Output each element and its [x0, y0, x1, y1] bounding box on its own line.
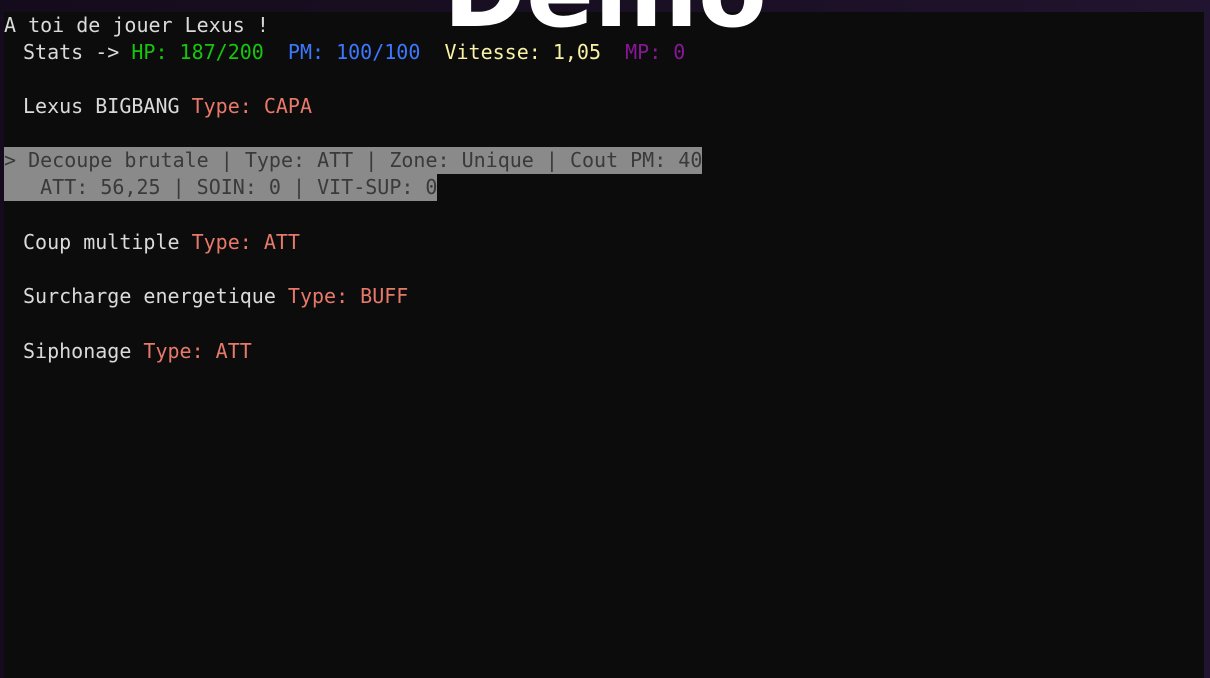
skill-type: ATT	[215, 339, 252, 363]
skill-type-label: Type:	[143, 339, 216, 363]
selected-skill-details: Decoupe brutale | Type: ATT | Zone: Uniq…	[28, 148, 703, 172]
selection-marker: >	[4, 148, 29, 172]
skill-name: Coup multiple	[23, 230, 192, 254]
skill-type-label: Type:	[287, 284, 361, 308]
selected-skill-decoupe-brutale[interactable]: > Decoupe brutale | Type: ATT | Zone: Un…	[4, 147, 703, 174]
video-frame: Démo A toi de jouer Lexus ! Stats -> HP:…	[0, 0, 1210, 678]
selected-skill-stats: ATT: 56,25 | SOIN: 0 | VIT-SUP: 0	[4, 174, 438, 201]
skill-type: BUFF	[360, 284, 409, 308]
skill-type: CAPA	[263, 94, 312, 118]
console-window[interactable]: A toi de jouer Lexus ! Stats -> HP: 187/…	[4, 12, 1204, 678]
mp-stat: MP: 0	[625, 40, 686, 64]
speed-stat: Vitesse: 1,05	[444, 40, 602, 64]
selected-skill-stats-text: ATT: 56,25 | SOIN: 0 | VIT-SUP: 0	[4, 175, 438, 199]
skill-item-lexus-bigbang[interactable]: Lexus BIGBANG Type: CAPA	[23, 93, 312, 120]
skill-name: Surcharge energetique	[23, 284, 288, 308]
skill-item-coup-multiple[interactable]: Coup multiple Type: ATT	[23, 229, 300, 256]
skill-type: ATT	[263, 230, 300, 254]
skill-item-siphonage[interactable]: Siphonage Type: ATT	[23, 338, 252, 365]
pm-stat: PM: 100/100	[287, 40, 421, 64]
stats-line: Stats -> HP: 187/200 PM: 100/100 Vitesse…	[23, 39, 685, 66]
hp-stat: HP: 187/200	[131, 40, 264, 64]
skill-name: Lexus BIGBANG	[23, 94, 192, 118]
skill-item-surcharge-energetique[interactable]: Surcharge energetique Type: BUFF	[23, 283, 408, 310]
skill-type-label: Type:	[191, 230, 264, 254]
stats-prefix: Stats ->	[23, 40, 132, 64]
skill-name: Siphonage	[23, 339, 144, 363]
skill-type-label: Type:	[191, 94, 264, 118]
turn-prompt: A toi de jouer Lexus !	[4, 13, 269, 37]
